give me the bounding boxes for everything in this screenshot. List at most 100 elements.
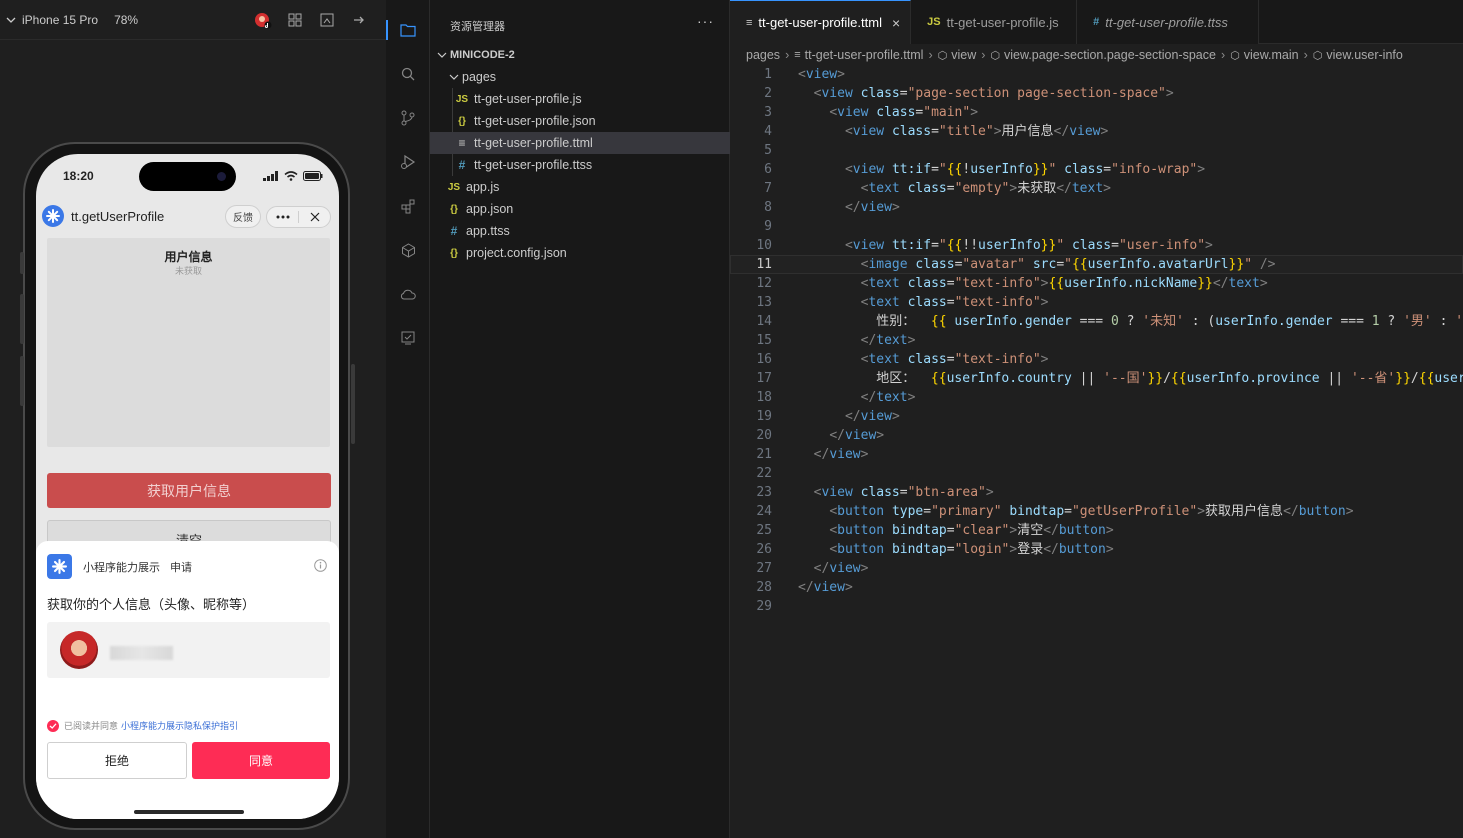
extensions-icon[interactable] bbox=[386, 186, 430, 226]
phone-frame: 18:20 tt.getUserProfile 反馈 用户信息 未获取 获取用户… bbox=[20, 142, 355, 830]
code-line[interactable]: 18 </text> bbox=[730, 388, 1463, 407]
package-icon[interactable] bbox=[386, 230, 430, 270]
file-item[interactable]: # tt-get-user-profile.ttss bbox=[430, 154, 730, 176]
code-line[interactable]: 25 <button bindtap="clear">清空</button> bbox=[730, 521, 1463, 540]
chevron-down-icon bbox=[6, 17, 16, 23]
breadcrumb-item[interactable]: view bbox=[951, 48, 976, 62]
code-line[interactable]: 6 <view tt:if="{{!userInfo}}" class="inf… bbox=[730, 160, 1463, 179]
code-token: < bbox=[844, 162, 853, 177]
breadcrumb-item[interactable]: tt-get-user-profile.ttml bbox=[805, 48, 924, 62]
file-item[interactable]: ≡ tt-get-user-profile.ttml bbox=[430, 132, 730, 154]
code-line[interactable]: 9 bbox=[730, 217, 1463, 236]
more-icon[interactable] bbox=[267, 207, 298, 227]
file-item[interactable]: {} app.json bbox=[430, 198, 730, 220]
code-line[interactable]: 4 <view class="title">用户信息</view> bbox=[730, 122, 1463, 141]
editor-tab[interactable]: JS tt-get-user-profile.js bbox=[911, 0, 1078, 44]
code-line[interactable]: 20 </view> bbox=[730, 426, 1463, 445]
project-section[interactable]: MINICODE-2 bbox=[430, 44, 730, 66]
code-line[interactable]: 23 <view class="btn-area"> bbox=[730, 483, 1463, 502]
element-icon: ⬡ bbox=[990, 49, 1001, 62]
line-text: 性别： {{ userInfo.gender === 0 ? '未知' : (u… bbox=[798, 312, 1463, 331]
privacy-policy-link[interactable]: 小程序能力展示隐私保护指引 bbox=[121, 719, 238, 732]
folder-pages[interactable]: pages bbox=[430, 66, 730, 88]
sheet-description: 获取你的个人信息（头像、昵称等） bbox=[47, 597, 256, 612]
code-line[interactable]: 24 <button type="primary" bindtap="getUs… bbox=[730, 502, 1463, 521]
code-line[interactable]: 5 bbox=[730, 141, 1463, 160]
code-token: > bbox=[970, 105, 979, 120]
file-item[interactable]: # app.ttss bbox=[430, 220, 730, 242]
screenshot-icon[interactable] bbox=[318, 11, 336, 29]
file-item[interactable]: JS app.js bbox=[430, 176, 730, 198]
code-token: "info-wrap" bbox=[1111, 162, 1198, 177]
code-line[interactable]: 2 <view class="page-section page-section… bbox=[730, 84, 1463, 103]
code-line[interactable]: 28 </view> bbox=[730, 578, 1463, 597]
code-line[interactable]: 7 <text class="empty">未获取</text> bbox=[730, 179, 1463, 198]
code-line[interactable]: 15 </text> bbox=[730, 331, 1463, 350]
code-line[interactable]: 26 <button bindtap="login">登录</button> bbox=[730, 540, 1463, 559]
code-token: {{ bbox=[1170, 371, 1187, 386]
forward-arrow-icon[interactable] bbox=[350, 11, 368, 29]
file-item[interactable]: {} project.config.json bbox=[430, 242, 730, 264]
feedback-button[interactable]: 反馈 bbox=[225, 205, 261, 228]
breadcrumb-item[interactable]: view.main bbox=[1244, 48, 1299, 62]
source-control-icon[interactable] bbox=[386, 98, 430, 138]
code-line[interactable]: 10 <view tt:if="{{!!userInfo}}" class="u… bbox=[730, 236, 1463, 255]
device-selector[interactable]: iPhone 15 Pro bbox=[6, 13, 98, 27]
code-line[interactable]: 21 </view> bbox=[730, 445, 1463, 464]
zoom-level[interactable]: 78% bbox=[114, 13, 138, 27]
code-token: class bbox=[876, 105, 916, 120]
code-token: "main" bbox=[923, 105, 971, 120]
line-number: 19 bbox=[756, 409, 772, 424]
preview-icon[interactable] bbox=[386, 318, 430, 358]
grid-icon[interactable] bbox=[286, 11, 304, 29]
close-icon[interactable]: × bbox=[892, 15, 900, 31]
tab-label: tt-get-user-profile.ttss bbox=[1105, 14, 1228, 30]
code-token: </ bbox=[1056, 181, 1072, 196]
code-line[interactable]: 13 <text class="text-info"> bbox=[730, 293, 1463, 312]
code-token: < bbox=[829, 504, 838, 519]
editor-tabs: ≡ tt-get-user-profile.ttml × JS tt-get-user-… bbox=[730, 0, 1463, 44]
code-line[interactable]: 22 bbox=[730, 464, 1463, 483]
info-icon[interactable] bbox=[314, 559, 327, 577]
line-text: <view tt:if="{{!!userInfo}}" class="user… bbox=[798, 236, 1213, 255]
code-line[interactable]: 8 </view> bbox=[730, 198, 1463, 217]
run-debug-icon[interactable] bbox=[386, 142, 430, 182]
code-area[interactable]: 1 <view> 2 <view class="page-section page-… bbox=[730, 65, 1463, 616]
code-line[interactable]: 17 地区： {{userInfo.country || '--国'}}/{{u… bbox=[730, 369, 1463, 388]
close-icon[interactable] bbox=[299, 207, 330, 227]
code-token: < bbox=[844, 238, 853, 253]
code-line[interactable]: 27 </view> bbox=[730, 559, 1463, 578]
breadcrumb-item[interactable]: view.page-section.page-section-space bbox=[1004, 48, 1216, 62]
code-line[interactable]: 16 <text class="text-info"> bbox=[730, 350, 1463, 369]
nickname-blurred bbox=[110, 646, 173, 660]
code-line[interactable]: 29 bbox=[730, 597, 1463, 616]
check-icon[interactable] bbox=[47, 719, 59, 732]
code-line[interactable]: 1 <view> bbox=[730, 65, 1463, 84]
file-item[interactable]: {} tt-get-user-profile.json bbox=[430, 110, 730, 132]
explorer-icon[interactable] bbox=[386, 10, 430, 50]
cloud-icon[interactable] bbox=[386, 274, 430, 314]
code-line[interactable]: 19 </view> bbox=[730, 407, 1463, 426]
code-token: text bbox=[876, 390, 908, 405]
deny-button[interactable]: 拒绝 bbox=[47, 742, 187, 779]
code-line[interactable]: 11 <image class="avatar" src="{{userInfo… bbox=[730, 255, 1463, 274]
code-line[interactable]: 12 <text class="text-info">{{userInfo.ni… bbox=[730, 274, 1463, 293]
file-item[interactable]: JS tt-get-user-profile.js bbox=[430, 88, 730, 110]
user-profile-option[interactable] bbox=[47, 622, 330, 678]
line-text: <text class="empty">未获取</text> bbox=[798, 179, 1111, 198]
editor-tab[interactable]: ≡ tt-get-user-profile.ttml × bbox=[730, 0, 912, 44]
code-line[interactable]: 14 性别： {{ userInfo.gender === 0 ? '未知' :… bbox=[730, 312, 1463, 331]
code-token: = bbox=[931, 162, 939, 177]
search-icon[interactable] bbox=[386, 54, 430, 94]
code-line[interactable]: 3 <view class="main"> bbox=[730, 103, 1463, 122]
editor-tab[interactable]: # tt-get-user-profile.ttss bbox=[1077, 0, 1260, 44]
douyin-avatar-icon[interactable] bbox=[254, 11, 272, 29]
breadcrumb-item[interactable]: pages bbox=[746, 48, 780, 62]
more-actions-icon[interactable]: ··· bbox=[697, 13, 714, 29]
breadcrumb-item[interactable]: view.user-info bbox=[1326, 48, 1402, 62]
allow-button[interactable]: 同意 bbox=[192, 742, 330, 779]
get-profile-button[interactable]: 获取用户信息 bbox=[47, 473, 331, 508]
